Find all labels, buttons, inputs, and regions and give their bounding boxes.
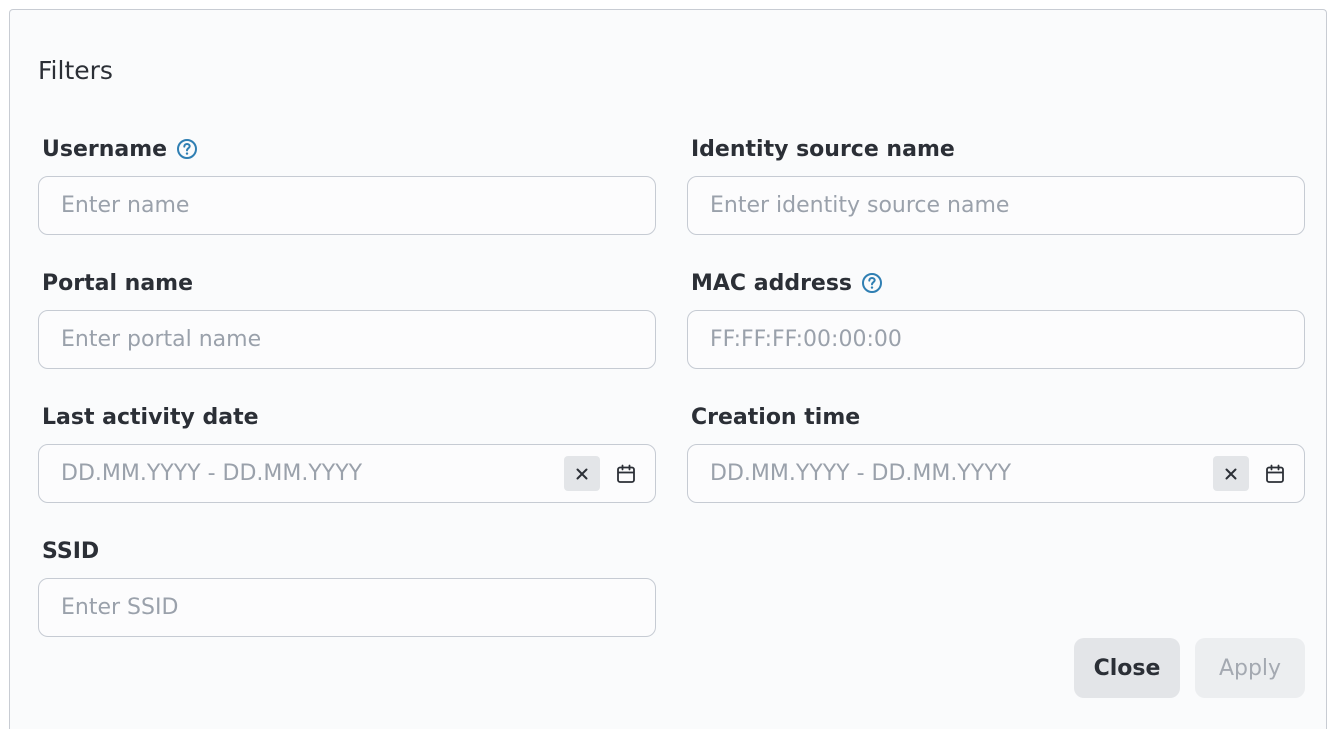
mac-address-input[interactable]	[688, 311, 1304, 368]
clear-date-button[interactable]	[1213, 456, 1249, 491]
mac-address-label-row: MAC address	[691, 268, 883, 298]
close-x-icon	[576, 468, 588, 479]
clear-date-button[interactable]	[564, 456, 600, 491]
apply-button[interactable]: Apply	[1195, 638, 1305, 698]
identity-source-label: Identity source name	[691, 136, 955, 162]
close-x-icon	[1225, 468, 1237, 479]
creation-time-label-row: Creation time	[691, 402, 860, 432]
username-label-row: Username	[42, 134, 198, 164]
creation-time-label: Creation time	[691, 404, 861, 430]
calendar-button[interactable]	[611, 459, 641, 489]
username-input-box	[38, 176, 656, 235]
portal-name-input[interactable]	[39, 311, 655, 368]
ssid-label-row: SSID	[42, 536, 99, 566]
last-activity-date-input[interactable]	[39, 445, 655, 502]
help-icon[interactable]	[861, 272, 883, 294]
identity-source-input-box	[687, 176, 1305, 235]
ssid-input-box	[38, 578, 656, 637]
ssid-label: SSID	[42, 538, 100, 564]
username-label: Username	[42, 136, 168, 162]
identity-source-input[interactable]	[688, 177, 1304, 234]
mac-address-label: MAC address	[691, 270, 853, 296]
panel-title: Filters	[38, 56, 113, 85]
calendar-icon	[617, 464, 635, 483]
portal-name-label-row: Portal name	[42, 268, 193, 298]
calendar-icon	[1266, 464, 1284, 483]
ssid-input[interactable]	[39, 579, 655, 636]
portal-name-label: Portal name	[42, 270, 194, 296]
last-activity-input-box	[38, 444, 656, 503]
last-activity-label: Last activity date	[42, 404, 259, 430]
last-activity-label-row: Last activity date	[42, 402, 259, 432]
identity-source-label-row: Identity source name	[691, 134, 955, 164]
username-input[interactable]	[39, 177, 655, 234]
creation-time-input-box	[687, 444, 1305, 503]
mac-address-input-box	[687, 310, 1305, 369]
portal-name-input-box	[38, 310, 656, 369]
help-icon[interactable]	[176, 138, 198, 160]
calendar-button[interactable]	[1260, 459, 1290, 489]
close-button[interactable]: Close	[1074, 638, 1180, 698]
creation-time-date-input[interactable]	[688, 445, 1304, 502]
